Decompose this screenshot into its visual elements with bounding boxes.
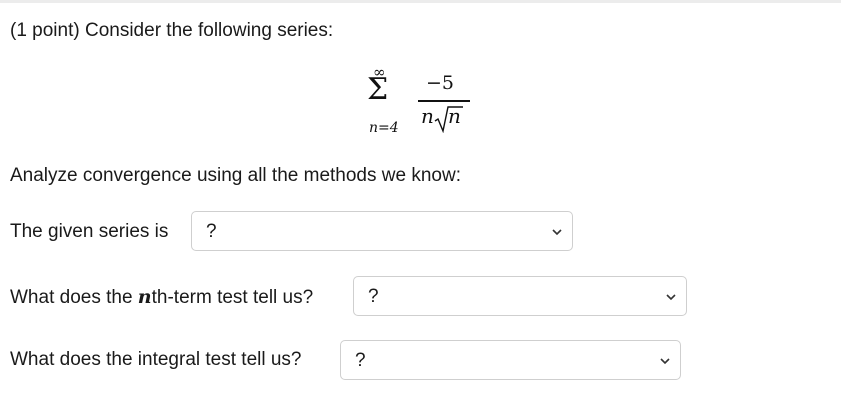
- question-2-label: What does the nth-term test tell us?: [10, 285, 313, 310]
- chevron-down-icon: [666, 294, 676, 301]
- chevron-down-icon: [552, 229, 562, 236]
- radicand-n: n: [448, 104, 461, 128]
- summation-symbol: Σ: [367, 72, 389, 107]
- lower-limit: n=4: [369, 120, 399, 136]
- question-1-label: The given series is: [10, 221, 169, 242]
- top-divider: [0, 0, 841, 3]
- integral-test-selected-value: ?: [355, 350, 366, 371]
- analyze-instruction: Analyze convergence using all the method…: [10, 165, 461, 186]
- question-2-label-start: What does the: [10, 287, 138, 308]
- denominator-n: n: [421, 104, 434, 128]
- nth-term-test-selected-value: ?: [368, 286, 379, 307]
- fraction-numerator: −5: [426, 72, 455, 94]
- integral-test-select[interactable]: ?: [340, 340, 681, 380]
- question-3-label: What does the integral test tell us?: [10, 349, 302, 370]
- problem-intro: (1 point) Consider the following series:: [10, 20, 334, 41]
- chevron-down-icon: [660, 358, 670, 365]
- question-2-label-variable: n: [137, 286, 152, 308]
- nth-term-test-select[interactable]: ?: [353, 276, 687, 316]
- series-expression: ∞ Σ n=4 −5 n n: [364, 63, 484, 144]
- fraction-denominator: n n: [420, 104, 472, 134]
- series-type-select[interactable]: ?: [191, 211, 573, 251]
- series-type-selected-value: ?: [206, 221, 217, 242]
- fraction-bar: [418, 100, 470, 102]
- question-2-label-end: th-term test tell us?: [151, 287, 314, 308]
